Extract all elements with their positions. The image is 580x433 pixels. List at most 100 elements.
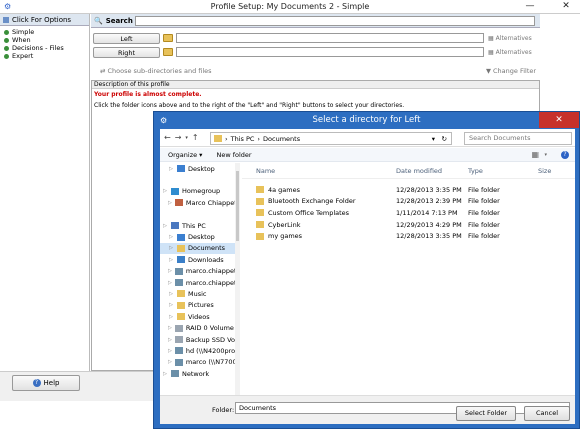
- breadcrumb-this-pc[interactable]: This PC: [231, 135, 255, 143]
- dialog-search-input[interactable]: Search Documents: [464, 132, 572, 145]
- back-icon[interactable]: ←: [164, 133, 171, 142]
- option-simple[interactable]: Simple: [0, 28, 89, 36]
- nav-item[interactable]: ▷ Desktop: [160, 231, 239, 242]
- nav-item[interactable]: ▷ Pictures: [160, 300, 239, 311]
- refresh-icon[interactable]: ↻: [442, 135, 447, 143]
- expand-icon[interactable]: ▷: [162, 223, 168, 229]
- nav-item[interactable]: ▷ Documents: [160, 242, 239, 255]
- select-folder-button[interactable]: Select Folder: [456, 406, 516, 421]
- nav-item[interactable]: ▷ hd (\\N4200pro) (: [160, 345, 239, 356]
- up-icon[interactable]: ↑: [192, 133, 199, 142]
- table-row[interactable]: Custom Office Templates 1/11/2014 7:13 PM…: [242, 207, 575, 219]
- expand-icon[interactable]: ▷: [168, 291, 174, 297]
- expand-icon[interactable]: ▷: [168, 314, 174, 320]
- expand-icon[interactable]: ▷: [168, 245, 174, 251]
- net-icon: [171, 370, 179, 378]
- right-alternatives-link[interactable]: ▦ Alternatives: [488, 49, 532, 56]
- net-icon: [174, 358, 183, 366]
- change-filter-button[interactable]: ▼ Change Filter: [486, 67, 536, 75]
- option-decisions-files[interactable]: Decisions - Files: [0, 44, 89, 52]
- select-directory-dialog: ⚙ Select a directory for Left ✕ ← → ▾ ↑ …: [153, 111, 580, 429]
- col-size[interactable]: Size: [538, 167, 575, 175]
- view-dropdown-icon[interactable]: ▾: [544, 152, 547, 158]
- expand-icon[interactable]: ▷: [168, 268, 172, 274]
- nav-item[interactable]: ▷ RAID 0 Volume (C: [160, 322, 239, 333]
- file-name: CyberLink: [268, 220, 301, 229]
- nav-item[interactable]: ▷ marco.chiappetta: [160, 266, 239, 277]
- table-row[interactable]: Bluetooth Exchange Folder 12/28/2013 2:39…: [242, 196, 575, 208]
- options-list: Simple When Decisions - Files Expert: [0, 26, 89, 60]
- left-button[interactable]: Left: [93, 33, 160, 44]
- nav-item-label: Downloads: [188, 255, 224, 264]
- nav-item[interactable]: ▷ Videos: [160, 311, 239, 322]
- organize-button[interactable]: Organize ▾: [168, 151, 202, 159]
- option-expert[interactable]: Expert: [0, 52, 89, 60]
- nav-item-label: marco (\\N7700): [185, 358, 240, 367]
- recent-icon[interactable]: ▾: [185, 135, 188, 141]
- nav-item-label: marco.chiappetta: [185, 267, 240, 276]
- right-folder-icon[interactable]: [163, 48, 173, 56]
- close-button[interactable]: ✕: [556, 0, 576, 13]
- table-row[interactable]: 4a games 12/28/2013 3:35 PM File folder: [242, 184, 575, 196]
- left-folder-icon[interactable]: [163, 34, 173, 42]
- change-filter-label: Change Filter: [493, 67, 537, 75]
- new-folder-button[interactable]: New folder: [216, 151, 251, 159]
- expand-icon[interactable]: ▷: [168, 280, 172, 286]
- dialog-title: Select a directory for Left: [312, 115, 421, 125]
- expand-icon[interactable]: ▷: [168, 337, 172, 343]
- option-when[interactable]: When: [0, 36, 89, 44]
- search-input[interactable]: [135, 16, 535, 26]
- expand-icon[interactable]: ▷: [168, 200, 172, 206]
- profile-instructions: Click the folder icons above and to the …: [94, 102, 405, 109]
- table-row[interactable]: my games 12/28/2013 3:35 PM File folder: [242, 230, 575, 242]
- expand-icon[interactable]: ▷: [168, 234, 174, 240]
- view-icon[interactable]: ▦: [531, 150, 539, 159]
- left-path-input[interactable]: [176, 33, 484, 43]
- nav-item[interactable]: ▷ Homegroup: [160, 186, 239, 197]
- expand-icon[interactable]: ▷: [168, 359, 172, 365]
- file-name: Custom Office Templates: [268, 208, 350, 217]
- folder-icon: [256, 209, 264, 217]
- help-icon[interactable]: ?: [561, 150, 569, 159]
- options-header[interactable]: Click For Options: [0, 14, 89, 26]
- col-name[interactable]: Name: [242, 167, 396, 175]
- left-alternatives-link[interactable]: ▦ Alternatives: [488, 35, 532, 42]
- right-path-input[interactable]: [176, 47, 484, 57]
- nav-item[interactable]: ▷ Backup SSD Volu: [160, 334, 239, 345]
- expand-icon[interactable]: ▷: [168, 257, 174, 263]
- expand-icon[interactable]: ▷: [162, 188, 168, 194]
- folder-input[interactable]: Documents: [235, 402, 570, 414]
- scroll-thumb[interactable]: [236, 171, 239, 241]
- col-date[interactable]: Date modified: [396, 167, 468, 175]
- address-bar[interactable]: › This PC › Documents ▾ ↻: [210, 132, 452, 145]
- cancel-button[interactable]: Cancel: [524, 406, 570, 421]
- expand-icon[interactable]: ▷: [162, 371, 168, 377]
- nav-item[interactable]: ▷ Downloads: [160, 254, 239, 265]
- expand-icon[interactable]: ▷: [168, 325, 172, 331]
- net-icon: [174, 347, 183, 355]
- nav-item[interactable]: ▷ Marco Chiappetta: [160, 197, 239, 208]
- expand-icon[interactable]: ▷: [168, 348, 172, 354]
- table-row[interactable]: CyberLink 12/29/2013 4:29 PM File folder: [242, 219, 575, 231]
- folder-icon: [177, 244, 185, 252]
- dialog-close-button[interactable]: ✕: [539, 112, 579, 128]
- file-list: Name Date modified Type Size 4a games 12/…: [242, 163, 575, 395]
- nav-item[interactable]: ▷ This PC: [160, 220, 239, 231]
- nav-item[interactable]: ▷ Music: [160, 288, 239, 299]
- dropdown-icon[interactable]: ▾: [432, 135, 435, 143]
- forward-icon[interactable]: →: [175, 133, 182, 142]
- help-button[interactable]: ? Help: [12, 375, 80, 391]
- col-type[interactable]: Type: [468, 167, 538, 175]
- minimize-button[interactable]: —: [520, 0, 540, 13]
- nav-item[interactable]: ▷ marco (\\N7700): [160, 357, 239, 368]
- nav-scrollbar[interactable]: [235, 163, 240, 395]
- expand-icon[interactable]: ▷: [168, 302, 174, 308]
- nav-item[interactable]: ▷ Desktop: [160, 163, 239, 174]
- breadcrumb-documents[interactable]: Documents: [263, 135, 300, 143]
- choose-subdirs-button[interactable]: ⇄ Choose sub-directories and files: [100, 67, 212, 75]
- net-icon: [174, 279, 183, 287]
- nav-item[interactable]: ▷ Network: [160, 368, 239, 379]
- expand-icon[interactable]: ▷: [168, 166, 174, 172]
- nav-item[interactable]: ▷ marco.chiappetta: [160, 277, 239, 288]
- right-button[interactable]: Right: [93, 47, 160, 58]
